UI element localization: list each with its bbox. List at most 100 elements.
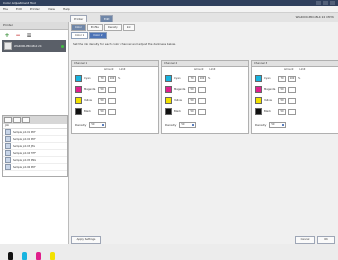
col-header-limit: Limit (119, 68, 126, 71)
color-swatch (75, 97, 82, 104)
channel-panel: Channel 3 Amount Limit Cyan 70 100% Magenta 50 Y… (251, 60, 338, 134)
amount-field[interactable]: 50 (98, 108, 106, 115)
density-select[interactable]: 50 (89, 122, 107, 128)
limit-field[interactable] (288, 86, 296, 93)
limit-field[interactable]: 100 (108, 75, 116, 82)
channel-panel: Channel 2 Amount Limit Cyan 70 100% Magenta 50 Y… (161, 60, 249, 134)
density-select[interactable]: 50 (179, 122, 197, 128)
color-swatch (255, 97, 262, 104)
panel-title: Channel 2 (162, 61, 248, 67)
color-row: Yellow 50 (255, 97, 298, 104)
amount-field[interactable]: 50 (188, 86, 196, 93)
color-swatch (255, 108, 262, 115)
amount-field[interactable]: 50 (98, 97, 106, 104)
nav-profile[interactable]: Profile (86, 24, 103, 31)
menu-printer[interactable]: Printer (30, 6, 40, 12)
toolbar-right-title: WG4000-PRO-BLK 24 CMYK (295, 15, 334, 19)
sidebar-header: Printer (0, 22, 68, 30)
cancel-button[interactable]: Cancel (295, 236, 315, 244)
amount-field[interactable]: 50 (278, 108, 286, 115)
col-header-amount: Amount (104, 68, 114, 71)
queue-row[interactable]: Sample job 05 PNG (3, 157, 67, 164)
queue-tab-2[interactable] (13, 117, 21, 123)
apply-settings-button[interactable]: Apply Settings (71, 236, 101, 244)
file-icon (5, 150, 11, 156)
limit-field[interactable]: 100 (198, 75, 206, 82)
limit-field[interactable] (108, 97, 116, 104)
ink-levels (8, 252, 55, 260)
subtab-color-2[interactable]: Color 2 (89, 32, 107, 39)
menu-edit[interactable]: Edit (16, 6, 22, 12)
amount-field[interactable]: 50 (188, 108, 196, 115)
density-row: Density 50 (75, 122, 107, 128)
remove-icon[interactable]: − (15, 32, 21, 39)
ok-button[interactable]: OK (317, 236, 335, 244)
color-label: Cyan (84, 77, 91, 80)
color-row: Magenta 50 (165, 86, 208, 93)
nav-density[interactable]: Density (103, 24, 122, 31)
menu-help[interactable]: Help (63, 6, 70, 12)
nav-color[interactable]: Color (71, 24, 86, 31)
limit-field[interactable] (108, 86, 116, 93)
amount-field[interactable]: 50 (278, 97, 286, 104)
unit-label: % (118, 77, 121, 80)
color-swatch (165, 97, 172, 104)
color-label: Magenta (264, 88, 276, 91)
nav-ink[interactable]: Ink (122, 24, 135, 31)
file-icon (5, 129, 11, 135)
queue-row[interactable]: Sample job 03 JPG (3, 143, 67, 150)
limit-field[interactable] (288, 97, 296, 104)
window-controls (316, 1, 335, 5)
subtabs: Color 1 Color 2 (71, 32, 107, 39)
color-row: Cyan 70 100% (165, 75, 210, 82)
menu-view[interactable]: View (48, 6, 55, 12)
minimize-button[interactable] (316, 1, 321, 5)
close-button[interactable] (330, 1, 335, 5)
settings-icon[interactable]: ≡ (26, 32, 32, 39)
limit-field[interactable] (288, 108, 296, 115)
queue-row[interactable]: Sample job 02 PDF (3, 136, 67, 143)
queue-tab-3[interactable] (22, 117, 30, 123)
color-swatch (165, 108, 172, 115)
ink-cyan-icon (22, 252, 27, 260)
channel-panel: Channel 1 Amount Limit Cyan 70 100% Magenta 50 Y… (71, 60, 159, 134)
color-label: Cyan (174, 77, 181, 80)
amount-field[interactable]: 50 (278, 86, 286, 93)
amount-field[interactable]: 50 (98, 86, 106, 93)
file-icon (5, 164, 11, 170)
color-swatch (165, 86, 172, 93)
density-select[interactable]: 50 (269, 122, 287, 128)
queue-tab-1[interactable] (4, 117, 12, 123)
settings-nav: Color Profile Density Ink (71, 24, 135, 31)
amount-field[interactable]: 50 (188, 97, 196, 104)
limit-field[interactable] (198, 97, 206, 104)
color-row: Black 50 (165, 108, 208, 115)
queue-row[interactable]: Sample job 06 PDF (3, 164, 67, 171)
limit-field[interactable] (108, 108, 116, 115)
panel-title: Channel 1 (72, 61, 158, 67)
printer-list-item[interactable]: WG4000-PRO-BLK 24 (2, 40, 66, 52)
limit-field[interactable] (198, 108, 206, 115)
color-swatch (255, 75, 262, 82)
color-label: Magenta (174, 88, 186, 91)
color-swatch (255, 86, 262, 93)
queue-row[interactable]: Sample job 01 PDF (3, 129, 67, 136)
amount-field[interactable]: 70 (278, 75, 286, 82)
color-swatch (75, 108, 82, 115)
amount-field[interactable]: 70 (188, 75, 196, 82)
limit-field[interactable] (198, 86, 206, 93)
color-row: Black 50 (75, 108, 118, 115)
menu-file[interactable]: File (3, 6, 8, 12)
density-label: Density (255, 123, 267, 127)
printer-icon (4, 42, 12, 50)
color-label: Black (84, 110, 92, 113)
color-row: Magenta 50 (255, 86, 298, 93)
queue-row[interactable]: Sample job 04 TIFF (3, 150, 67, 157)
color-row: Cyan 70 100% (75, 75, 120, 82)
add-icon[interactable]: + (4, 32, 10, 39)
maximize-button[interactable] (323, 1, 328, 5)
amount-field[interactable]: 70 (98, 75, 106, 82)
unit-label: % (298, 77, 301, 80)
subtab-color-1[interactable]: Color 1 (71, 32, 89, 39)
limit-field[interactable]: 100 (288, 75, 296, 82)
